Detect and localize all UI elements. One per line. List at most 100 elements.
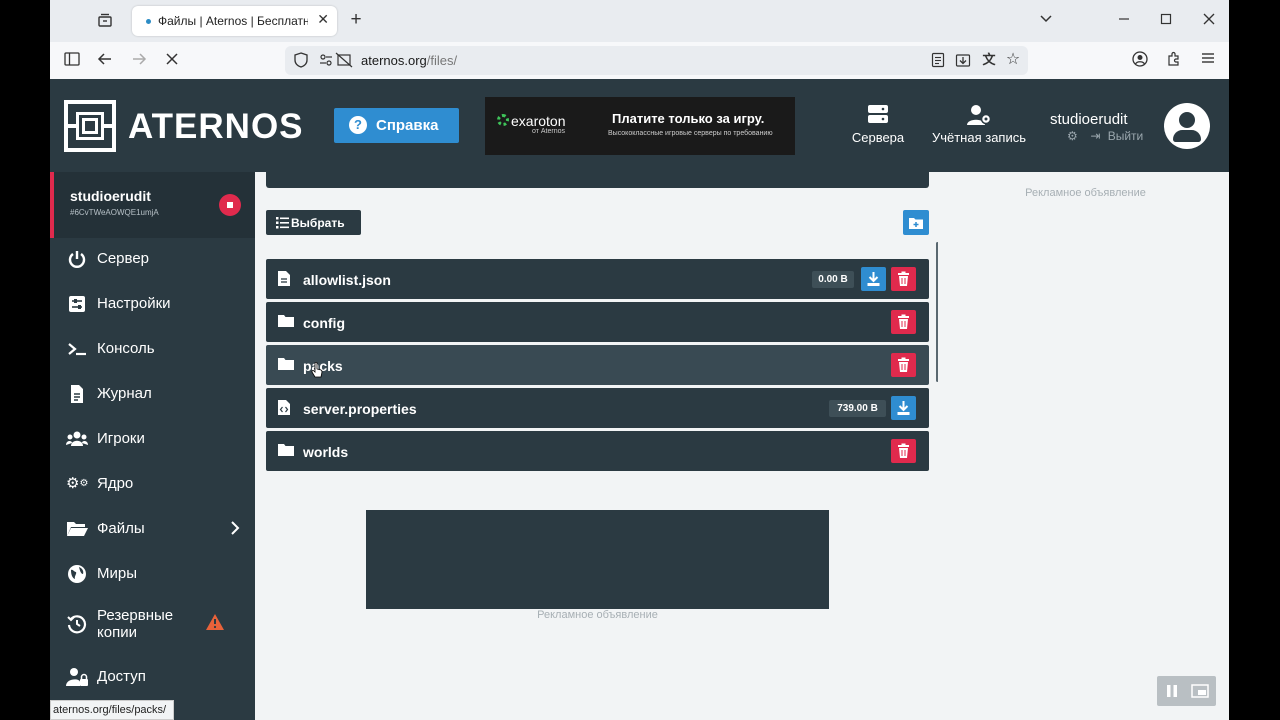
- minimize-icon[interactable]: [1115, 12, 1133, 30]
- sidebar-item-players[interactable]: Игроки: [50, 419, 255, 459]
- browser-navigation-bar: aternos.org/files/ 文 ☆: [50, 42, 1229, 79]
- url-path: /files/: [426, 53, 458, 68]
- delete-button[interactable]: [891, 353, 916, 377]
- sidebar-item-label: Ядро: [97, 475, 134, 492]
- bookmark-star-icon[interactable]: ☆: [1005, 51, 1021, 69]
- menu-icon[interactable]: [1199, 51, 1217, 70]
- sidebar-item-worlds[interactable]: Миры: [50, 554, 255, 594]
- sidebar-item-label: Доступ: [97, 668, 146, 685]
- sidebar-item-core[interactable]: ⚙⚙ Ядро: [50, 464, 255, 504]
- aternos-app: ATERNOS ? Справка exaroton от Aternos Пл…: [50, 79, 1229, 720]
- address-bar[interactable]: aternos.org/files/ 文 ☆: [285, 46, 1028, 75]
- browser-window: Файлы | Aternos | Бесплатный ✕ +: [50, 0, 1229, 720]
- chevron-right-icon: [230, 520, 240, 541]
- picture-in-picture-controls[interactable]: [1157, 676, 1216, 706]
- sidebar-item-backups[interactable]: Резервные копии: [50, 604, 255, 649]
- window-close-icon[interactable]: [1200, 12, 1218, 30]
- maximize-icon[interactable]: [1157, 12, 1175, 30]
- sidebar-item-files[interactable]: Файлы: [50, 509, 255, 549]
- reader-view-icon[interactable]: [930, 52, 946, 73]
- delete-button[interactable]: [891, 310, 916, 334]
- new-tab-icon[interactable]: +: [347, 10, 365, 29]
- sidebar-item-console[interactable]: Консоль: [50, 329, 255, 369]
- sidebar-item-label: Резервные копии: [97, 607, 174, 641]
- logo-text[interactable]: ATERNOS: [128, 107, 304, 147]
- sidebar-item-label: Файлы: [97, 520, 145, 537]
- tab-list-chevron-icon[interactable]: [1037, 12, 1055, 31]
- sidebar-item-access[interactable]: Доступ: [50, 657, 255, 697]
- user-cog-icon: [965, 104, 993, 126]
- account-icon[interactable]: [1131, 51, 1149, 72]
- sidebar-item-label: Журнал: [97, 385, 152, 402]
- file-text-icon: [66, 384, 88, 404]
- file-name[interactable]: worlds: [303, 444, 348, 460]
- file-size: 0.00 B: [812, 271, 854, 288]
- server-id: #6CvTWeAOWQE1umjA: [70, 208, 159, 217]
- settings-gear-icon[interactable]: ⚙: [1067, 129, 1081, 143]
- select-label: Выбрать: [291, 216, 345, 230]
- folder-icon: [278, 314, 294, 330]
- ad-label: Рекламное объявление: [537, 609, 658, 621]
- extensions-icon[interactable]: [1165, 51, 1183, 72]
- back-icon[interactable]: [96, 52, 114, 71]
- terminal-icon: [66, 339, 88, 359]
- aternos-logo-icon[interactable]: [64, 100, 116, 152]
- new-folder-button[interactable]: [903, 210, 929, 235]
- banner-subline: Высококлассные игровые серверы по требов…: [608, 130, 773, 137]
- warning-icon: [205, 613, 225, 636]
- server-name: studioerudit: [70, 188, 151, 204]
- file-code-icon: [278, 400, 290, 418]
- power-icon: [66, 249, 88, 269]
- sidebar-toggle-icon[interactable]: [63, 52, 81, 71]
- exaroton-banner-ad[interactable]: exaroton от Aternos Платите только за иг…: [485, 97, 795, 155]
- forward-icon[interactable]: [130, 52, 148, 71]
- sidebar-item-log[interactable]: Журнал: [50, 374, 255, 414]
- folder-row[interactable]: worlds: [266, 431, 929, 471]
- logout-icon[interactable]: ⇥: [1090, 129, 1104, 143]
- delete-button[interactable]: [891, 439, 916, 463]
- list-icon: [276, 216, 289, 234]
- delete-button[interactable]: [891, 267, 916, 291]
- server-stop-button[interactable]: [219, 194, 241, 216]
- pip-icon[interactable]: [1191, 684, 1209, 703]
- folder-row[interactable]: packs: [266, 345, 929, 385]
- file-name[interactable]: server.properties: [303, 401, 417, 417]
- url-text[interactable]: aternos.org/files/: [361, 53, 457, 68]
- file-row[interactable]: server.properties 739.00 B: [266, 388, 929, 428]
- save-page-icon[interactable]: [955, 52, 971, 73]
- tab-favicon-icon: [146, 19, 151, 24]
- select-button[interactable]: Выбрать: [266, 210, 361, 235]
- ad-label: Рекламное объявление: [1025, 187, 1146, 199]
- sidebar-item-label: Миры: [97, 565, 137, 582]
- browser-tab[interactable]: Файлы | Aternos | Бесплатный ✕: [132, 6, 337, 36]
- file-row[interactable]: allowlist.json 0.00 B: [266, 259, 929, 299]
- nav-servers[interactable]: Сервера: [847, 104, 909, 145]
- question-icon: ?: [349, 116, 367, 134]
- site-permissions-icon[interactable]: [318, 52, 356, 73]
- banner-headline: Платите только за игру.: [612, 111, 765, 126]
- folder-row[interactable]: config: [266, 302, 929, 342]
- download-button[interactable]: [861, 267, 886, 291]
- download-button[interactable]: [891, 396, 916, 420]
- file-name[interactable]: allowlist.json: [303, 272, 391, 288]
- sidebar-item-settings[interactable]: Настройки: [50, 284, 255, 324]
- sidebar: studioerudit #6CvTWeAOWQE1umjA Сервер На…: [50, 172, 255, 720]
- file-name[interactable]: config: [303, 315, 345, 331]
- logout-link[interactable]: Выйти: [1108, 129, 1144, 143]
- ad-placeholder[interactable]: [366, 510, 829, 609]
- right-ad-column: Рекламное объявление: [938, 172, 1229, 720]
- tab-overview-icon[interactable]: [96, 12, 114, 30]
- pause-icon[interactable]: [1165, 684, 1179, 703]
- translate-icon[interactable]: 文: [981, 51, 997, 69]
- sliders-icon: [66, 294, 88, 314]
- help-button[interactable]: ? Справка: [334, 108, 459, 143]
- tab-close-icon[interactable]: ✕: [317, 11, 329, 28]
- stop-loading-icon[interactable]: [163, 52, 181, 71]
- site-header: ATERNOS ? Справка exaroton от Aternos Пл…: [50, 79, 1229, 172]
- shield-icon[interactable]: [293, 52, 309, 73]
- username[interactable]: studioerudit: [1050, 111, 1128, 128]
- avatar[interactable]: [1164, 103, 1210, 149]
- nav-account[interactable]: Учётная запись: [926, 104, 1032, 145]
- folder-open-icon: [66, 519, 88, 539]
- sidebar-item-server[interactable]: Сервер: [50, 239, 255, 279]
